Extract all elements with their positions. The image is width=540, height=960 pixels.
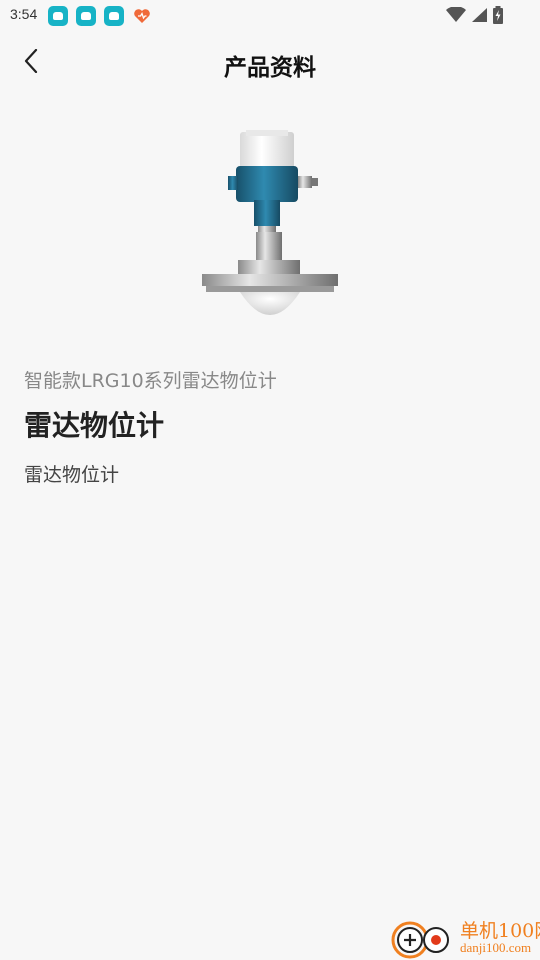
page-title: 产品资料 [224, 55, 316, 81]
product-description: 雷达物位计 [24, 464, 120, 486]
app-bar: 产品资料 [0, 32, 540, 94]
watermark-url: danji100.com [460, 940, 532, 955]
watermark-text: 单机100网 [460, 920, 540, 942]
app-notification-icon [76, 6, 96, 26]
status-bar: 3:54 [0, 0, 540, 32]
heart-app-icon [132, 6, 152, 26]
system-icons [446, 6, 504, 28]
notification-icons [48, 6, 152, 26]
product-name: 雷达物位计 [24, 409, 165, 442]
product-series: 智能款LRG10系列雷达物位计 [24, 370, 277, 392]
battery-charging-icon [492, 6, 504, 28]
status-time: 3:54 [10, 6, 38, 22]
product-image [196, 128, 344, 324]
wifi-icon [446, 6, 466, 27]
app-notification-icon [48, 6, 68, 26]
app-notification-icon [104, 6, 124, 26]
signal-icon [470, 7, 488, 27]
watermark: 单机100网 danji100.com [390, 916, 540, 960]
